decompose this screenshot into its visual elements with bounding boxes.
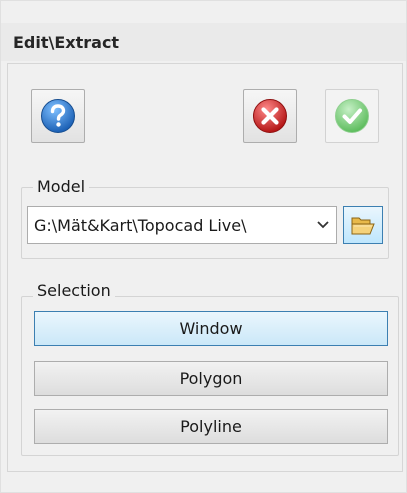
extract-panel: Edit\Extract Model G:\Mät&Kart\Topocad L… bbox=[0, 0, 407, 493]
folder-open-icon bbox=[351, 217, 375, 235]
red-x-icon bbox=[253, 99, 287, 133]
model-legend: Model bbox=[33, 177, 90, 196]
selection-legend: Selection bbox=[33, 281, 115, 300]
browse-model-button[interactable] bbox=[343, 206, 383, 244]
help-button[interactable] bbox=[31, 89, 85, 143]
polyline-button[interactable]: Polyline bbox=[34, 409, 388, 444]
polygon-button[interactable]: Polygon bbox=[34, 361, 388, 396]
chevron-down-icon[interactable] bbox=[310, 207, 336, 243]
question-mark-icon bbox=[41, 99, 75, 133]
cancel-button[interactable] bbox=[243, 89, 297, 143]
model-path-select[interactable]: G:\Mät&Kart\Topocad Live\ bbox=[27, 206, 337, 244]
green-check-icon bbox=[335, 99, 369, 133]
panel-title: Edit\Extract bbox=[13, 33, 120, 52]
window-button[interactable]: Window bbox=[34, 311, 388, 346]
ok-button[interactable] bbox=[325, 89, 379, 143]
model-path-value: G:\Mät&Kart\Topocad Live\ bbox=[34, 216, 247, 235]
